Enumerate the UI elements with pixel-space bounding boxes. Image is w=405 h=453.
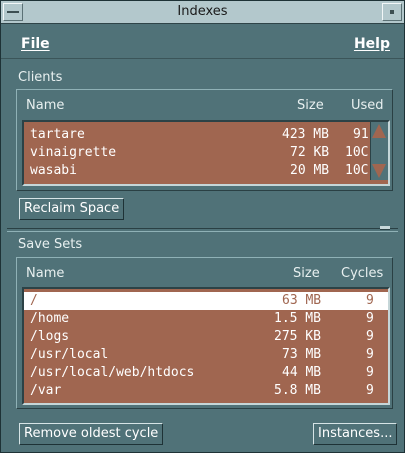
list-item[interactable]: wasabi 20 MB 10C xyxy=(24,162,388,180)
saveset-name: /usr/local/web/htdocs xyxy=(30,365,195,380)
saveset-cycles: 9 xyxy=(366,329,374,344)
clients-col-name[interactable]: Name xyxy=(26,98,64,113)
title-bar[interactable]: Indexes xyxy=(1,1,404,24)
instances-button[interactable]: Instances... xyxy=(313,423,398,445)
saveset-name: /logs xyxy=(30,329,70,344)
reclaim-space-button[interactable]: Reclaim Space xyxy=(19,198,125,220)
client-size: 72 KB xyxy=(290,145,330,160)
window-title: Indexes xyxy=(177,4,228,19)
client-used: 91 xyxy=(353,127,369,142)
scroll-down-arrow-icon[interactable] xyxy=(372,164,386,178)
client-size: 423 MB xyxy=(282,127,329,142)
saveset-size: 1.5 MB xyxy=(274,311,321,326)
pane-separator xyxy=(7,228,398,232)
list-item[interactable]: /var 5.8 MB 9 xyxy=(24,382,388,400)
list-item[interactable]: / 63 MB 9 xyxy=(24,292,388,310)
saveset-size: 275 KB xyxy=(274,329,321,344)
clients-label: Clients xyxy=(18,70,63,85)
client-name: vinaigrette xyxy=(30,145,117,160)
list-item[interactable]: /usr/local/web/htdocs 44 MB 9 xyxy=(24,364,388,382)
pane-sash[interactable] xyxy=(380,226,390,230)
saveset-size: 44 MB xyxy=(282,365,322,380)
savesets-list[interactable]: / 63 MB 9 /home 1.5 MB 9 /logs 275 KB 9 … xyxy=(22,287,390,405)
clients-col-size[interactable]: Size xyxy=(297,98,324,113)
clients-list[interactable]: tartare 423 MB 91 vinaigrette 72 KB 10C … xyxy=(22,120,390,186)
menu-bar: File Help xyxy=(1,24,404,59)
help-menu[interactable]: Help xyxy=(354,36,390,52)
client-used: 10C xyxy=(345,145,369,160)
clients-panel: Name Size Used tartare 423 MB 91 vinaigr… xyxy=(16,89,393,191)
minimize-icon[interactable] xyxy=(382,3,402,21)
savesets-col-name[interactable]: Name xyxy=(26,266,64,281)
clients-col-used[interactable]: Used xyxy=(351,98,384,113)
list-item[interactable]: tartare 423 MB 91 xyxy=(24,126,388,144)
list-item[interactable]: /usr/local 73 MB 9 xyxy=(24,346,388,364)
list-item[interactable]: vinaigrette 72 KB 10C xyxy=(24,144,388,162)
saveset-cycles: 9 xyxy=(366,365,374,380)
saveset-cycles: 9 xyxy=(366,311,374,326)
list-item[interactable]: /home 1.5 MB 9 xyxy=(24,310,388,328)
saveset-name: / xyxy=(30,293,38,308)
saveset-cycles: 9 xyxy=(366,293,374,308)
saveset-cycles: 9 xyxy=(366,383,374,398)
savesets-label: Save Sets xyxy=(18,237,83,252)
saveset-size: 63 MB xyxy=(282,293,322,308)
savesets-panel: Name Size Cycles / 63 MB 9 /home 1.5 MB … xyxy=(16,257,393,409)
savesets-col-cycles[interactable]: Cycles xyxy=(341,266,383,281)
saveset-name: /home xyxy=(30,311,70,326)
saveset-cycles: 9 xyxy=(366,347,374,362)
indexes-window: Indexes File Help Clients Name Size Used… xyxy=(0,0,405,453)
remove-oldest-cycle-button[interactable]: Remove oldest cycle xyxy=(19,423,164,445)
client-name: wasabi xyxy=(30,163,77,178)
window-menu-icon[interactable] xyxy=(3,3,23,21)
saveset-size: 5.8 MB xyxy=(274,383,321,398)
saveset-name: /usr/local xyxy=(30,347,109,362)
saveset-size: 73 MB xyxy=(282,347,322,362)
savesets-col-size[interactable]: Size xyxy=(293,266,320,281)
saveset-name: /var xyxy=(30,383,62,398)
client-size: 20 MB xyxy=(290,163,330,178)
file-menu[interactable]: File xyxy=(21,36,50,52)
clients-scrollbar[interactable] xyxy=(370,122,388,180)
client-name: tartare xyxy=(30,127,85,142)
client-used: 10C xyxy=(345,163,369,178)
scroll-up-arrow-icon[interactable] xyxy=(372,124,386,138)
list-item[interactable]: /logs 275 KB 9 xyxy=(24,328,388,346)
